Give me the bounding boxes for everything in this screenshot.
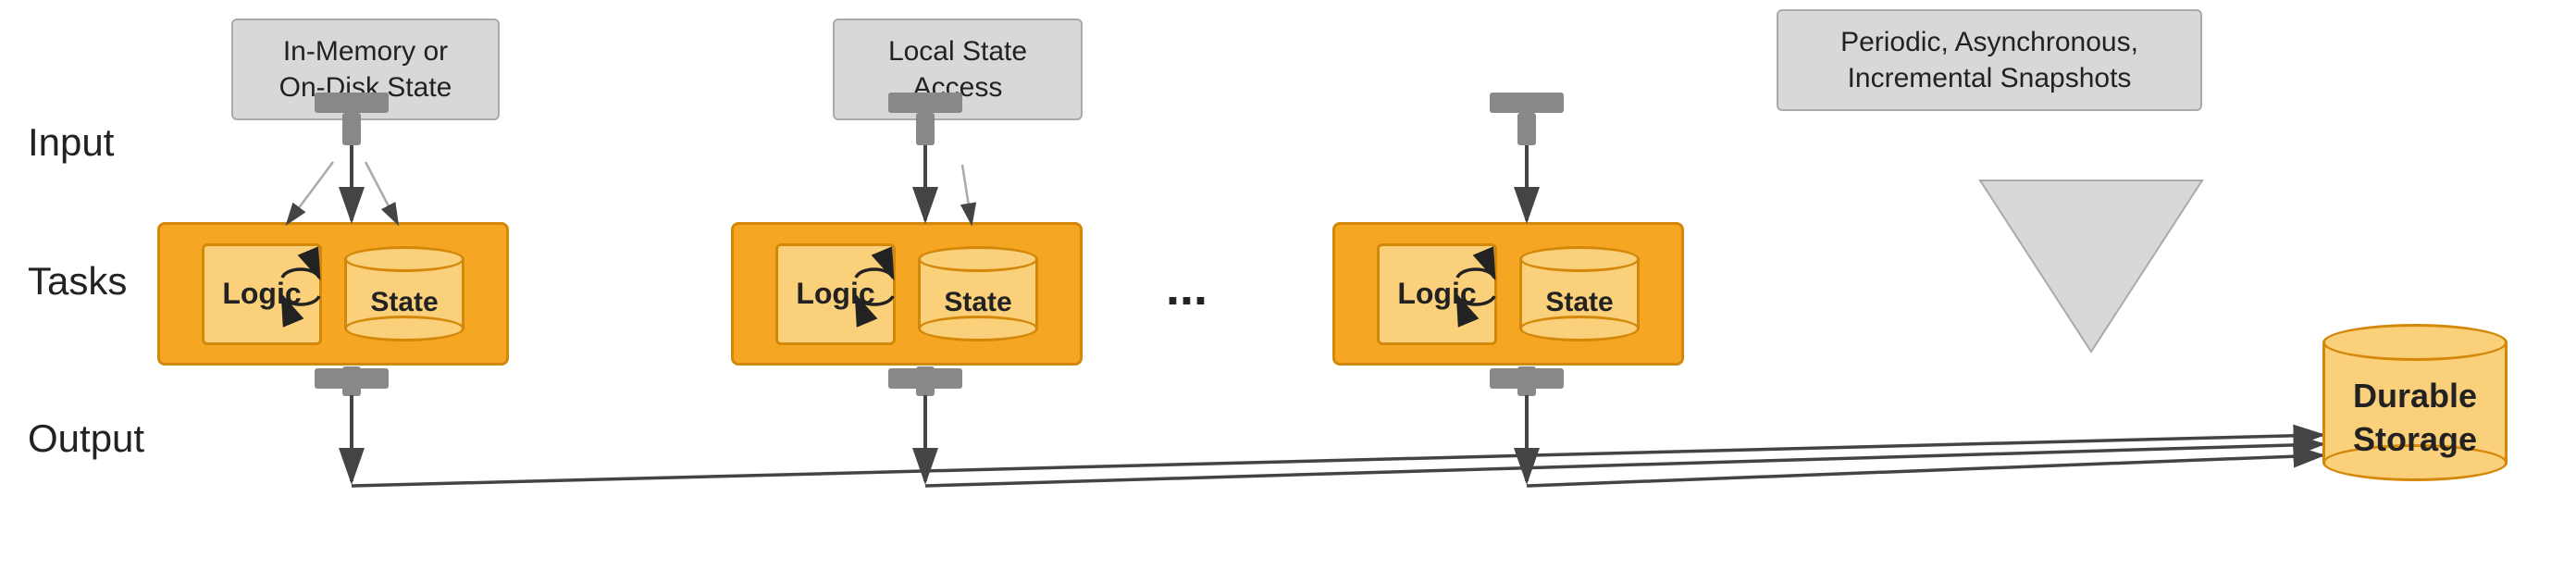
callout-snapshots: Periodic, Asynchronous, Incremental Snap… [1777, 9, 2202, 111]
callout-localstate: Local State Access [833, 19, 1083, 120]
state-cylinder-2: State [918, 246, 1038, 341]
snapshot-arrow-1 [352, 435, 2322, 486]
output-bar-3 [1490, 368, 1564, 389]
snapshot-arrow-3 [1527, 455, 2322, 486]
cyl-top-1 [344, 246, 464, 272]
logic-box-3: Logic [1377, 243, 1497, 345]
output-bar-3-vert [1517, 366, 1536, 396]
snapshot-arrow-2 [925, 444, 2322, 486]
logic-box-2: Logic [775, 243, 896, 345]
state-cylinder-1: State [344, 246, 464, 341]
cyl-top-2 [918, 246, 1038, 272]
cyl-top-3 [1519, 246, 1640, 272]
tasks-label: Tasks [28, 259, 127, 304]
callout1-arrow [365, 162, 398, 224]
output-bar-1-vert [342, 366, 361, 396]
durable-storage: Durable Storage [2322, 324, 2508, 481]
callout3-triangle [1980, 180, 2202, 352]
task-box-1: Logic State [157, 222, 509, 366]
output-bar-2-vert [916, 366, 935, 396]
task-box-3: Logic State [1332, 222, 1684, 366]
input-bar-3-vert [1517, 113, 1536, 145]
durable-cyl-top [2322, 324, 2508, 361]
durable-storage-label: Durable Storage [2322, 375, 2508, 462]
cyl-bottom-3 [1519, 316, 1640, 341]
task-box-2: Logic State [731, 222, 1083, 366]
input-label: Input [28, 120, 114, 165]
callout2-arrow [962, 165, 972, 224]
callout1-arrow2 [287, 162, 333, 224]
output-bar-2 [888, 368, 962, 389]
output-bar-1 [315, 368, 389, 389]
output-label: Output [28, 416, 144, 461]
dots-separator: ... [1166, 259, 1208, 316]
cyl-bottom-1 [344, 316, 464, 341]
cyl-bottom-2 [918, 316, 1038, 341]
input-bar-3 [1490, 93, 1564, 113]
callout-inmemory: In-Memory or On-Disk State [231, 19, 500, 120]
logic-box-1: Logic [202, 243, 322, 345]
diagram: Input Tasks Output In-Memory or On-Disk … [0, 0, 2576, 583]
state-cylinder-3: State [1519, 246, 1640, 341]
